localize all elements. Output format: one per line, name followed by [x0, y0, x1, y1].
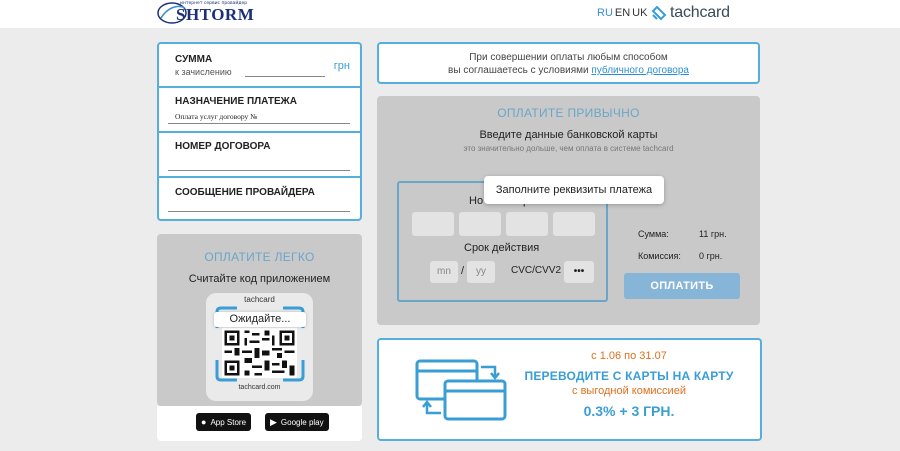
- qr-brand-top: tachcard: [244, 295, 275, 304]
- google-play-button[interactable]: ▶ Google play: [265, 413, 329, 431]
- promo-dates: с 1.06 по 31.07: [591, 350, 667, 362]
- lang-ru[interactable]: RU: [597, 7, 613, 19]
- waiting-label: Ожидайте...: [214, 312, 306, 327]
- promo-banner[interactable]: с 1.06 по 31.07 ПЕРЕВОДИТЕ С КАРТЫ НА КА…: [377, 338, 762, 441]
- card-pay-title: ОПЛАТИТЕ ПРИВЫЧНО: [497, 106, 640, 120]
- qr-brand-bottom: tachcard.com: [238, 384, 281, 391]
- provider-message-row: СООБЩЕНИЕ ПРОВАЙДЕРА: [159, 178, 360, 219]
- card-pay-subtitle: Введите данные банковской карты: [479, 129, 658, 141]
- expiry-separator: /: [461, 265, 465, 277]
- card-pay-note: это значительно дольше, чем оплата в сис…: [463, 144, 674, 153]
- provider-logo[interactable]: интернет сервис провайдер SHTORM: [157, 0, 267, 26]
- card-number-label-start: Но: [469, 195, 484, 207]
- tachcard-wordmark: tachcard: [670, 4, 730, 21]
- expiry-year-input[interactable]: yy: [467, 261, 495, 283]
- google-play-label: Google play: [280, 417, 324, 427]
- purpose-value: Оплата услуг договору №: [175, 112, 258, 121]
- easy-pay-subtitle: Считайте код приложением: [188, 273, 331, 285]
- expiry-month-input[interactable]: mn: [430, 261, 458, 283]
- provider-message-label: СООБЩЕНИЕ ПРОВАЙДЕРА: [175, 187, 315, 198]
- card-pay-panel: ОПЛАТИТЕ ПРИВЫЧНО Введите данные банковс…: [377, 96, 760, 325]
- lang-en[interactable]: EN: [615, 7, 630, 19]
- pay-button[interactable]: ОПЛАТИТЬ: [624, 273, 740, 299]
- amount-label: СУММА: [175, 54, 213, 65]
- app-store-button[interactable]: ● App Store: [196, 413, 252, 431]
- easy-pay-panel: ОПЛАТИТЕ ЛЕГКО Считайте код приложением …: [157, 234, 362, 406]
- contract-label: НОМЕР ДОГОВОРА: [175, 141, 271, 152]
- header: интернет сервис провайдер SHTORM RU EN UK …: [0, 0, 900, 28]
- provider-message-line: [168, 211, 350, 212]
- public-contract-link[interactable]: публичного договора: [591, 65, 689, 76]
- sum-label: Сумма:: [638, 229, 669, 239]
- card-transfer-icon: [415, 359, 507, 421]
- store-badges: ● App Store ▶ Google play: [157, 406, 362, 441]
- terms-notice: При совершении оплаты любым способом вы …: [377, 42, 760, 84]
- terms-prefix: вы соглашаетесь с условиями: [448, 65, 592, 76]
- tachcard-logo[interactable]: tachcard: [651, 4, 730, 22]
- promo-subline: с выгодной комиссией: [572, 385, 686, 397]
- qr-code-icon: [222, 328, 297, 378]
- terms-line-1: При совершении оплаты любым способом: [469, 52, 668, 63]
- contract-input[interactable]: [168, 170, 350, 171]
- qr-card[interactable]: tachcard Ожидайте... tachcard.com: [206, 293, 313, 401]
- commission-label: Комиссия:: [638, 251, 681, 261]
- payment-form: СУММА к зачислению грн НАЗНАЧЕНИЕ ПЛАТЕЖ…: [157, 42, 362, 221]
- currency-label: грн: [333, 60, 350, 72]
- purpose-label: НАЗНАЧЕНИЕ ПЛАТЕЖА: [175, 96, 297, 107]
- amount-sublabel: к зачислению: [175, 67, 232, 77]
- payment-details-tooltip: Заполните реквизиты платежа: [484, 176, 664, 204]
- card-number-field-2[interactable]: [459, 212, 501, 236]
- cvc-label: CVC/CVV2: [511, 265, 562, 276]
- cvc-input[interactable]: •••: [564, 261, 594, 283]
- amount-input[interactable]: [245, 76, 325, 77]
- card-number-field-4[interactable]: [553, 212, 595, 236]
- apple-icon: ●: [201, 417, 207, 427]
- contract-row[interactable]: НОМЕР ДОГОВОРА: [159, 133, 360, 178]
- terms-line-2: вы соглашаетесь с условиями публичного д…: [379, 65, 758, 76]
- promo-fee: 0.3% + 3 ГРН.: [583, 403, 675, 419]
- expiry-label: Срок действия: [464, 242, 540, 254]
- purpose-input-line: [168, 123, 350, 124]
- tachcard-mark-icon: [651, 5, 667, 21]
- card-number-field-1[interactable]: [412, 212, 454, 236]
- promo-headline: ПЕРЕВОДИТЕ С КАРТЫ НА КАРТУ: [524, 369, 734, 383]
- card-number-field-3[interactable]: [506, 212, 548, 236]
- lang-uk[interactable]: UK: [632, 7, 647, 19]
- logo-wordmark: SHTORM: [176, 5, 255, 24]
- commission-value: 0 грн.: [699, 251, 723, 261]
- language-switcher: RU EN UK: [597, 7, 649, 19]
- google-play-icon: ▶: [270, 416, 277, 427]
- app-store-label: App Store: [210, 417, 247, 427]
- sum-value: 11 грн.: [699, 229, 727, 239]
- amount-row[interactable]: СУММА к зачислению грн: [159, 44, 360, 88]
- purpose-row[interactable]: НАЗНАЧЕНИЕ ПЛАТЕЖА Оплата услуг договору…: [159, 88, 360, 133]
- easy-pay-title: ОПЛАТИТЕ ЛЕГКО: [204, 250, 315, 264]
